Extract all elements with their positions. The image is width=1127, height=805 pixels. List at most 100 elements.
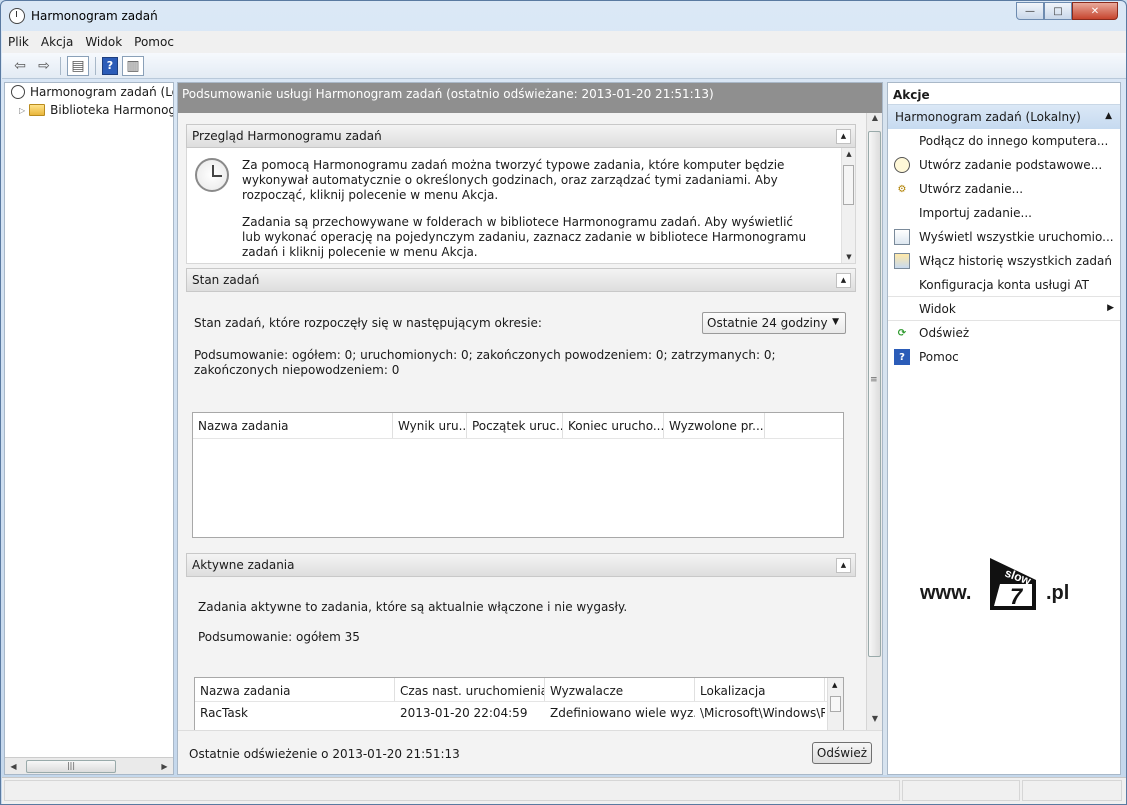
clock-icon (11, 85, 25, 99)
active-tasks-table[interactable]: Nazwa zadania Czas nast. uruchomienia Wy… (194, 677, 844, 730)
toolbar-separator (60, 56, 61, 75)
action-connect-computer[interactable]: Podłącz do innego komputera... (888, 129, 1120, 153)
table-cell: 2013-01-20 22:04:59 (400, 706, 528, 720)
toolbar: ⇦ ⇨ ▤ ? ▥ (2, 53, 1126, 79)
overview-body: Za pomocą Harmonogramu zadań można tworz… (186, 148, 856, 264)
task-status-table[interactable]: Nazwa zadania Wynik uru... Początek uruc… (192, 412, 844, 538)
submenu-arrow-icon: ▶ (1107, 303, 1114, 313)
action-create-basic-task[interactable]: Utwórz zadanie podstawowe... (888, 153, 1120, 177)
menu-bar: Plik Akcja Widok Pomoc (2, 31, 1126, 53)
scroll-grip-icon: ≡ (870, 375, 878, 385)
expand-icon[interactable]: ▷ (19, 106, 25, 115)
column-header[interactable]: Wynik uru... (393, 413, 467, 438)
period-label: Stan zadań, które rozpoczęły się w nastę… (194, 316, 542, 330)
window-title: Harmonogram zadań (31, 9, 158, 23)
task-status-section: Stan zadań ▲ Stan zadań, które rozpoczęł… (186, 268, 856, 552)
column-header[interactable]: Czas nast. uruchomienia (395, 678, 545, 701)
table-scrollbar[interactable]: ▲ (827, 678, 843, 730)
refresh-button[interactable]: Odśwież (812, 742, 872, 764)
logo-suffix: .pl (1046, 582, 1070, 604)
overview-scrollbar[interactable]: ▲ ▼ (841, 148, 855, 263)
action-label: Odśwież (919, 326, 970, 340)
action-label: Konfiguracja konta usługi AT (919, 277, 1089, 292)
action-label: Wyświetl wszystkie uruchomio... (919, 230, 1114, 244)
action-help[interactable]: ? Pomoc (888, 345, 1120, 369)
horizontal-scrollbar[interactable]: ◀ ||| ▶ (5, 757, 173, 774)
collapse-icon[interactable]: ▲ (836, 273, 851, 288)
action-import-task[interactable]: Importuj zadanie... (888, 201, 1120, 225)
action-label: Pomoc (919, 350, 959, 364)
collapse-icon[interactable]: ▲ (1105, 111, 1112, 121)
scroll-up-icon[interactable]: ▲ (842, 150, 855, 158)
scroll-thumb[interactable] (843, 165, 854, 205)
gear-icon: ⚙ (897, 183, 907, 195)
blank-icon (894, 277, 910, 293)
column-header[interactable]: Lokalizacja (695, 678, 825, 701)
close-button[interactable]: ✕ (1072, 2, 1118, 20)
action-view[interactable]: Widok ▶ (888, 297, 1120, 321)
collapse-icon[interactable]: ▲ (836, 129, 851, 144)
maximize-button[interactable]: □ (1044, 2, 1072, 20)
summary-header: Podsumowanie usługi Harmonogram zadań (o… (178, 83, 882, 113)
task-status-body: Stan zadań, które rozpoczęły się w nastę… (186, 292, 856, 552)
action-refresh[interactable]: ⟳ Odśwież (888, 321, 1120, 345)
section-header[interactable]: Aktywne zadania ▲ (186, 553, 856, 577)
scroll-right-icon[interactable]: ▶ (156, 762, 173, 771)
column-header[interactable]: Wyzwolone pr... (664, 413, 765, 438)
menu-widok[interactable]: Widok (85, 35, 122, 49)
action-at-account-config[interactable]: Konfiguracja konta usługi AT (888, 273, 1120, 297)
menu-plik[interactable]: Plik (8, 35, 29, 49)
blank-icon (894, 133, 910, 149)
help-icon: ? (894, 349, 910, 365)
clock-icon (9, 8, 25, 24)
section-title: Aktywne zadania (192, 558, 295, 572)
actions-group-label: Harmonogram zadań (Lokalny) (895, 110, 1081, 124)
status-cell (1022, 780, 1122, 801)
list-icon (894, 229, 910, 245)
section-header[interactable]: Przegląd Harmonogramu zadań ▲ (186, 124, 856, 148)
status-bar (2, 777, 1126, 804)
scroll-down-icon[interactable]: ▼ (867, 714, 882, 730)
help-icon[interactable]: ? (102, 56, 118, 75)
section-header[interactable]: Stan zadań ▲ (186, 268, 856, 292)
menu-pomoc[interactable]: Pomoc (134, 35, 174, 49)
logo-prefix: www. (920, 582, 972, 604)
blank-icon (894, 301, 910, 317)
scroll-down-icon[interactable]: ▼ (842, 253, 855, 261)
summary-scrollbar[interactable]: ▲ ≡ ▼ (866, 113, 882, 730)
minimize-button[interactable]: — (1016, 2, 1044, 20)
refresh-icon: ⟳ (897, 327, 907, 339)
column-header[interactable]: Początek uruc... (467, 413, 563, 438)
section-title: Przegląd Harmonogramu zadań (192, 129, 382, 143)
toolbar-separator (95, 56, 96, 75)
scroll-up-icon[interactable]: ▲ (867, 113, 882, 129)
back-arrow-icon[interactable]: ⇦ (10, 56, 30, 76)
column-header[interactable]: Wyzwalacze (545, 678, 695, 701)
column-header[interactable]: Nazwa zadania (195, 678, 395, 701)
scroll-thumb[interactable] (830, 696, 841, 712)
tree-item-library[interactable]: ▷ Biblioteka Harmonogramu zadań (5, 101, 173, 119)
tree-item-root[interactable]: Harmonogram zadań (Lokalny) (5, 83, 173, 101)
collapse-icon[interactable]: ▲ (836, 558, 851, 573)
scroll-thumb[interactable] (868, 131, 881, 657)
show-hide-console-tree-icon[interactable]: ▤ (67, 55, 89, 76)
action-label: Importuj zadanie... (919, 206, 1032, 220)
menu-akcja[interactable]: Akcja (41, 35, 73, 49)
scroll-left-icon[interactable]: ◀ (5, 762, 22, 771)
action-create-task[interactable]: ⚙ Utwórz zadanie... (888, 177, 1120, 201)
table-row[interactable]: RacTask 2013-01-20 22:04:59 Zdefiniowano… (195, 702, 843, 724)
period-dropdown[interactable]: Ostatnie 24 godziny ▼ (702, 312, 846, 334)
active-description: Zadania aktywne to zadania, które są akt… (198, 600, 628, 614)
column-header[interactable]: Nazwa zadania (193, 413, 393, 438)
scroll-thumb[interactable]: ||| (26, 759, 116, 773)
column-header[interactable]: Koniec urucho... (563, 413, 664, 438)
forward-arrow-icon[interactable]: ⇨ (34, 56, 54, 76)
action-enable-history[interactable]: Włącz historię wszystkich zadań (888, 249, 1120, 273)
actions-title: Akcje (888, 83, 1120, 105)
scroll-up-icon[interactable]: ▲ (832, 681, 837, 689)
table-cell: Zdefiniowano wiele wyz... (550, 706, 695, 720)
overview-text: Zadania są przechowywane w folderach w b… (242, 215, 807, 259)
actions-group-header[interactable]: Harmonogram zadań (Lokalny) ▲ (888, 105, 1120, 129)
action-show-running[interactable]: Wyświetl wszystkie uruchomio... (888, 225, 1120, 249)
show-action-pane-icon[interactable]: ▥ (122, 55, 144, 76)
